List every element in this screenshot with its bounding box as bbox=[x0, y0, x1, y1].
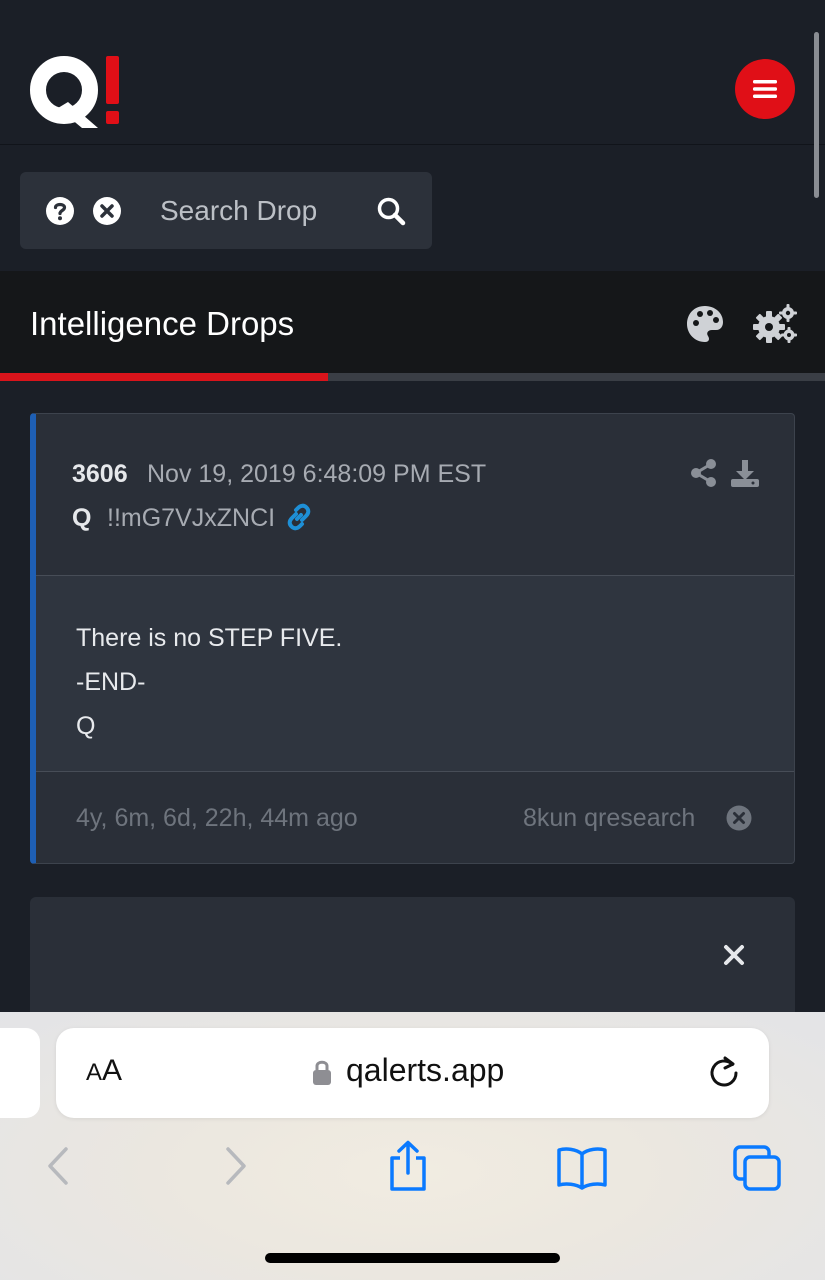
drop-body-line: Q bbox=[76, 712, 96, 740]
drop-tripcode: !!mG7VJxZNCI bbox=[107, 504, 276, 532]
drop-author: Q bbox=[72, 504, 92, 532]
close-icon[interactable] bbox=[722, 943, 746, 967]
back-icon[interactable] bbox=[44, 1146, 72, 1186]
share-icon[interactable] bbox=[690, 458, 718, 488]
drop-body-line: -END- bbox=[76, 668, 146, 696]
site-header bbox=[0, 0, 825, 145]
drop-card: 3606 Nov 19, 2019 6:48:09 PM EST Q !!mG7… bbox=[30, 413, 795, 864]
scroll-progress-fill bbox=[0, 373, 328, 381]
palette-icon[interactable] bbox=[685, 304, 725, 344]
search-box bbox=[20, 172, 432, 249]
drop-body-line: There is no STEP FIVE. bbox=[76, 624, 343, 652]
page-title: Intelligence Drops bbox=[30, 305, 295, 342]
drop-body: There is no STEP FIVE. -END- Q bbox=[36, 576, 794, 772]
share-sheet-icon[interactable] bbox=[386, 1140, 430, 1192]
previous-tab-preview[interactable] bbox=[0, 1028, 40, 1118]
link-icon[interactable] bbox=[284, 502, 314, 532]
main-menu-button[interactable] bbox=[735, 59, 795, 119]
reload-icon[interactable] bbox=[706, 1055, 742, 1091]
drop-age: 4y, 6m, 6d, 22h, 44m ago bbox=[76, 804, 358, 832]
drop-header: 3606 Nov 19, 2019 6:48:09 PM EST Q !!mG7… bbox=[36, 414, 794, 576]
clear-search-icon[interactable] bbox=[92, 196, 122, 226]
bookmarks-icon[interactable] bbox=[556, 1146, 608, 1190]
q-logo[interactable] bbox=[28, 54, 128, 128]
title-bar: Intelligence Drops bbox=[0, 271, 825, 373]
forward-icon[interactable] bbox=[222, 1146, 250, 1186]
drop-footer: 4y, 6m, 6d, 22h, 44m ago 8kun qresearch bbox=[36, 772, 794, 863]
tabs-icon[interactable] bbox=[732, 1144, 782, 1192]
gears-icon[interactable] bbox=[752, 303, 798, 345]
drop-number[interactable]: 3606 bbox=[72, 460, 128, 489]
question-icon[interactable] bbox=[45, 196, 75, 226]
page-scrollbar[interactable] bbox=[814, 32, 819, 198]
hamburger-menu-icon bbox=[753, 80, 777, 98]
download-icon[interactable] bbox=[730, 458, 760, 488]
browser-toolbar: AA qalerts.app bbox=[0, 1012, 825, 1280]
home-indicator bbox=[265, 1253, 560, 1263]
drop-source: 8kun qresearch bbox=[523, 804, 696, 832]
search-input[interactable] bbox=[160, 186, 380, 236]
source-close-icon[interactable] bbox=[726, 805, 752, 831]
address-bar[interactable]: AA qalerts.app bbox=[56, 1028, 769, 1118]
text-size-button[interactable]: AA bbox=[86, 1054, 122, 1088]
lock-icon bbox=[313, 1060, 331, 1085]
search-icon[interactable] bbox=[376, 196, 406, 226]
drop-date: Nov 19, 2019 6:48:09 PM EST bbox=[147, 460, 487, 488]
url-text: qalerts.app bbox=[346, 1052, 505, 1088]
scroll-progress-bar bbox=[0, 373, 825, 381]
